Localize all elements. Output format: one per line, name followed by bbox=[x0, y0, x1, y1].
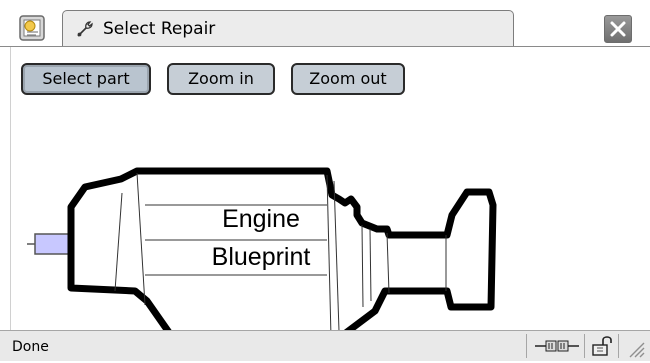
status-bar: Done bbox=[0, 330, 650, 361]
status-separator bbox=[584, 334, 585, 358]
tab-select-repair[interactable]: Select Repair bbox=[62, 10, 514, 47]
lock-icon[interactable] bbox=[590, 335, 614, 361]
zoom-in-button[interactable]: Zoom in bbox=[167, 63, 275, 95]
connection-icon[interactable] bbox=[534, 337, 580, 359]
tab-bar: Select Repair bbox=[0, 0, 650, 47]
status-separator bbox=[618, 334, 619, 358]
status-separator bbox=[526, 334, 527, 358]
engine-shaft bbox=[34, 233, 72, 255]
zoom-out-button[interactable]: Zoom out bbox=[291, 63, 405, 95]
engine-label-line1: Engine bbox=[222, 205, 300, 233]
engine-label-line2: Blueprint bbox=[211, 243, 311, 271]
close-button[interactable] bbox=[604, 15, 632, 43]
select-part-button[interactable]: Select part bbox=[21, 63, 151, 95]
resize-grip-icon[interactable] bbox=[626, 339, 646, 363]
engine-drawing bbox=[27, 167, 497, 345]
wrench-icon bbox=[75, 19, 95, 39]
tab-title: Select Repair bbox=[103, 19, 216, 39]
browser-icon[interactable] bbox=[18, 14, 48, 44]
engine-blueprint-diagram[interactable]: Engine Blueprint bbox=[27, 115, 507, 355]
content-area: Select part Zoom in Zoom out Engine Blue… bbox=[10, 47, 650, 345]
close-icon bbox=[610, 21, 626, 37]
status-text: Done bbox=[12, 339, 49, 355]
